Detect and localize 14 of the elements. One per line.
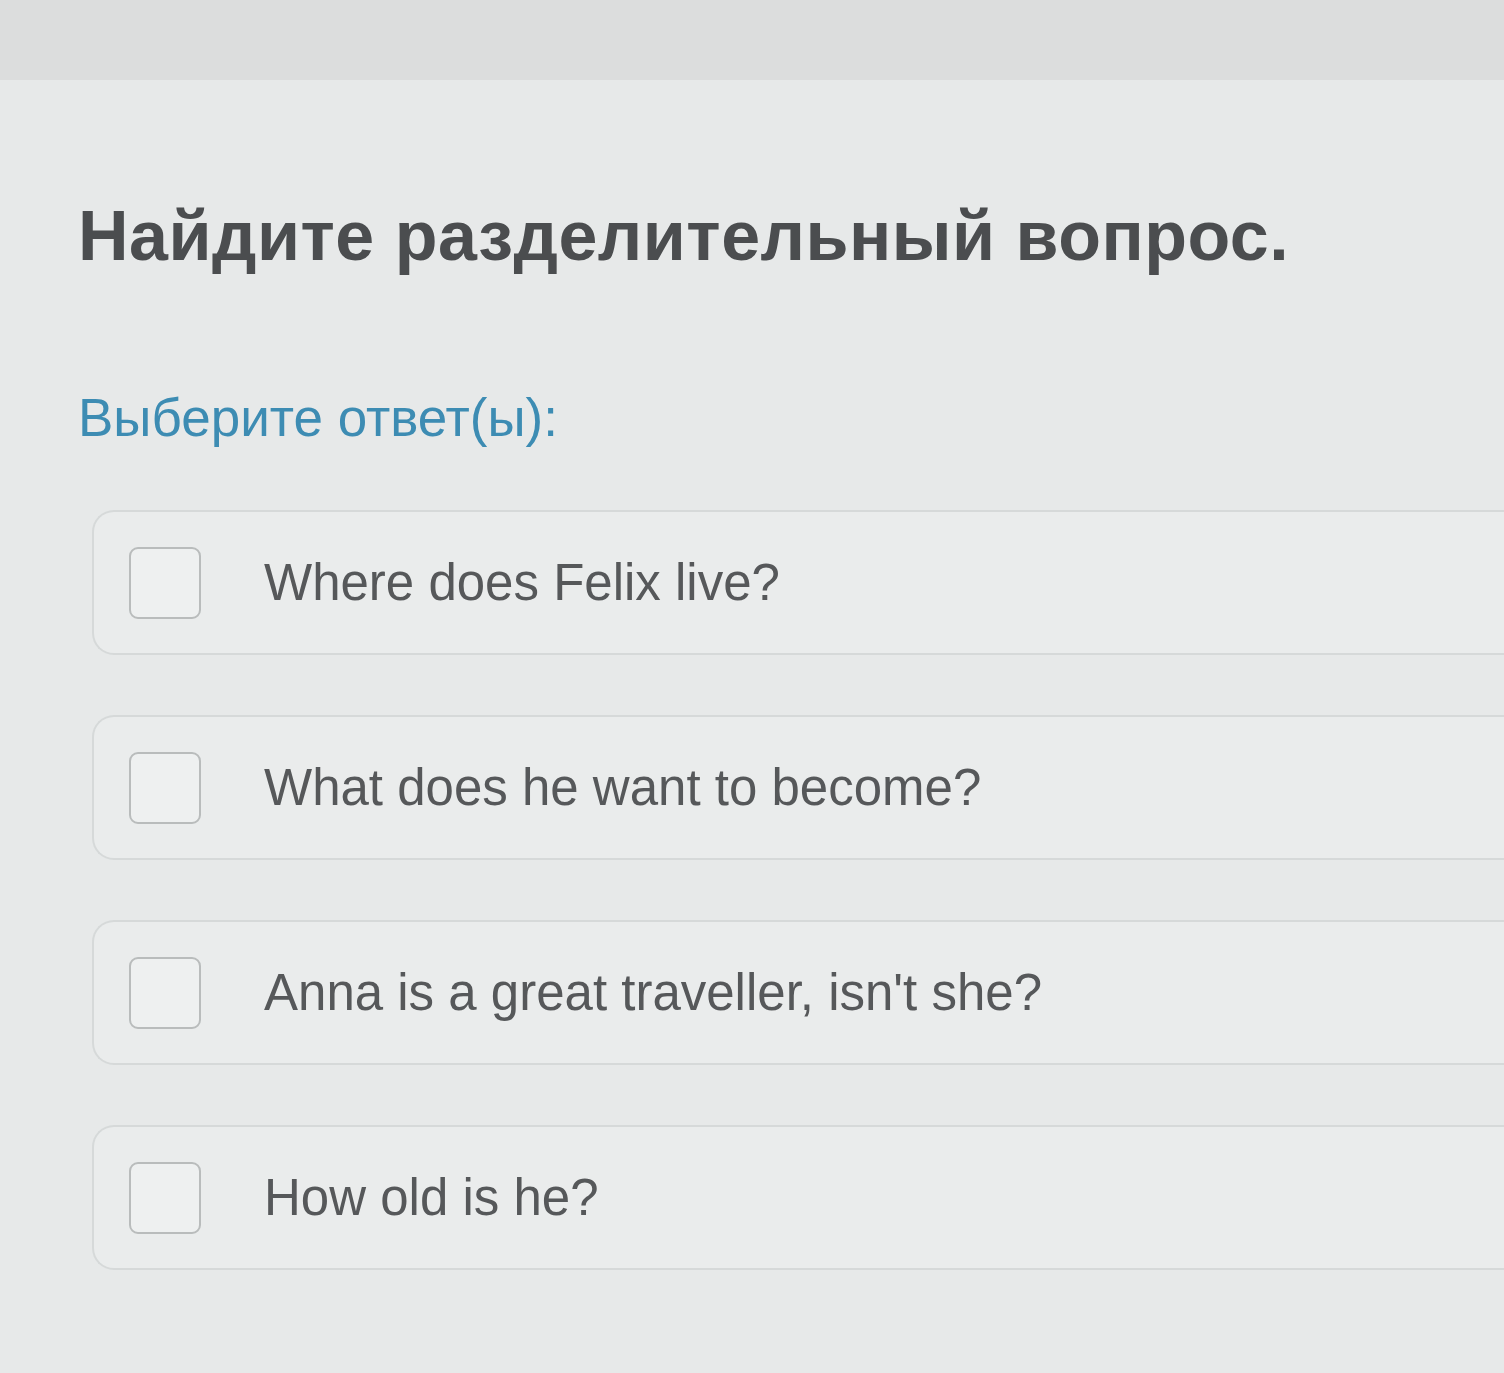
question-title: Найдите разделительный вопрос. bbox=[78, 196, 1291, 277]
answer-option[interactable]: How old is he? bbox=[92, 1125, 1504, 1270]
option-label: Where does Felix live? bbox=[264, 552, 780, 613]
answer-option[interactable]: What does he want to become? bbox=[92, 715, 1504, 860]
checkbox[interactable] bbox=[129, 1161, 201, 1234]
answer-option[interactable]: Where does Felix live? bbox=[92, 510, 1504, 655]
checkbox[interactable] bbox=[129, 751, 201, 824]
instruction-text: Выберите ответ(ы): bbox=[78, 387, 559, 449]
option-label: How old is he? bbox=[264, 1167, 599, 1228]
option-label: Anna is a great traveller, isn't she? bbox=[264, 962, 1042, 1023]
checkbox[interactable] bbox=[129, 546, 201, 619]
answer-option[interactable]: Anna is a great traveller, isn't she? bbox=[92, 920, 1504, 1065]
checkbox[interactable] bbox=[129, 956, 201, 1029]
option-label: What does he want to become? bbox=[264, 757, 982, 818]
